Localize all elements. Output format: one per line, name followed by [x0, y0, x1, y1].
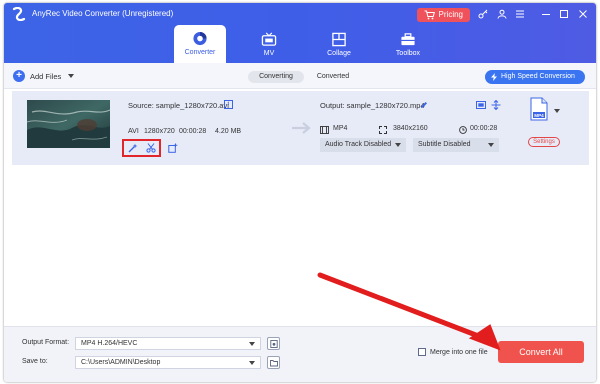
info-icon[interactable]: i: [224, 100, 233, 109]
compress-icon[interactable]: [491, 100, 501, 110]
settings-button[interactable]: Settings: [528, 137, 560, 147]
mp4-badge: MP4: [534, 113, 544, 118]
add-files-label: Add Files: [30, 71, 62, 81]
convert-arrow-icon: [292, 122, 311, 134]
chevron-down-icon[interactable]: [554, 109, 560, 113]
tab-mv[interactable]: MV: [243, 26, 295, 63]
converter-disc-icon: [193, 31, 207, 46]
tv-icon: [261, 32, 277, 46]
lightning-icon: [491, 73, 497, 81]
source-duration: 00:00:28: [179, 128, 207, 135]
app-logo-icon: [12, 7, 26, 21]
audio-track-value: Audio Track Disabled: [325, 141, 392, 148]
toolbar: + Add Files Converting Converted High Sp…: [4, 63, 596, 89]
merge-option[interactable]: Merge into one file: [418, 348, 488, 356]
format-settings-button[interactable]: [267, 337, 280, 350]
file-item: Source: sample_1280x720.avi i AVI 1280x7…: [12, 91, 589, 165]
app-window: AnyRec Video Converter (Unregistered) Pr…: [4, 3, 596, 382]
film-icon: [320, 126, 329, 134]
save-to-value: C:\Users\ADMIN\Desktop: [81, 359, 161, 366]
resize-icon: [379, 126, 387, 134]
edit-name-icon[interactable]: [420, 101, 428, 109]
tab-label: Toolbox: [395, 50, 421, 57]
pricing-label: Pricing: [438, 10, 463, 19]
title-bar: AnyRec Video Converter (Unregistered) Pr…: [4, 3, 596, 63]
app-title: AnyRec Video Converter (Unregistered): [32, 9, 174, 18]
high-speed-label: High Speed Conversion: [501, 73, 575, 80]
minimize-icon[interactable]: [541, 9, 551, 19]
key-icon[interactable]: [478, 9, 488, 19]
tab-converted-label: Converted: [316, 73, 350, 80]
chevron-down-icon: [395, 143, 401, 147]
convert-all-label: Convert All: [519, 347, 563, 357]
tab-label: Converter: [184, 49, 216, 56]
output-format: MP4: [333, 125, 348, 132]
source-resolution: 1280x720: [144, 128, 175, 135]
folder-icon: [270, 360, 278, 367]
add-files-button[interactable]: + Add Files: [13, 68, 75, 84]
document-settings-icon: [270, 340, 278, 348]
maximize-icon[interactable]: [559, 9, 569, 19]
high-speed-conversion-button[interactable]: High Speed Conversion: [485, 70, 585, 84]
chevron-down-icon: [488, 143, 494, 147]
save-to-select[interactable]: C:\Users\ADMIN\Desktop: [75, 356, 261, 369]
chevron-down-icon: [249, 361, 255, 365]
plus-icon: +: [13, 70, 25, 82]
source-format: AVI: [128, 128, 139, 135]
audio-track-select[interactable]: Audio Track Disabled: [320, 138, 406, 152]
output-filename: Output: sample_1280x720.mp4: [320, 101, 425, 110]
tab-label: MV: [263, 50, 275, 57]
chevron-down-icon: [249, 342, 255, 346]
merge-checkbox[interactable]: [418, 348, 426, 356]
tab-label: Collage: [327, 50, 351, 57]
output-format-select[interactable]: MP4 H.264/HEVC: [75, 337, 261, 350]
tab-converting-label: Converting: [259, 73, 293, 80]
subtitle-value: Subtitle Disabled: [418, 141, 471, 148]
tab-converting[interactable]: Converting: [248, 71, 304, 83]
output-format-label: Output Format:: [22, 339, 70, 346]
chevron-down-icon[interactable]: [68, 74, 75, 78]
open-folder-button[interactable]: [267, 356, 280, 369]
tab-collage[interactable]: Collage: [313, 26, 365, 63]
close-icon[interactable]: [578, 9, 588, 19]
scissors-icon[interactable]: [146, 143, 156, 153]
merge-label: Merge into one file: [430, 348, 488, 356]
source-filename: Source: sample_1280x720.avi: [128, 101, 229, 110]
menu-icon[interactable]: [515, 9, 525, 19]
pricing-button[interactable]: Pricing: [417, 8, 470, 22]
output-format-value: MP4 H.264/HEVC: [81, 340, 138, 347]
output-resolution: 3840x2160: [393, 125, 428, 132]
video-thumbnail[interactable]: [27, 100, 110, 148]
settings-label: Settings: [533, 139, 555, 145]
tab-toolbox[interactable]: Toolbox: [382, 26, 434, 63]
magic-wand-icon[interactable]: [128, 143, 138, 153]
convert-all-button[interactable]: Convert All: [498, 341, 584, 363]
cart-icon: [424, 10, 435, 20]
bottom-bar: Output Format: MP4 H.264/HEVC Save to: C…: [4, 326, 596, 382]
subtitle-select[interactable]: Subtitle Disabled: [413, 138, 499, 152]
output-duration: 00:00:28: [470, 125, 498, 132]
tab-converted[interactable]: Converted: [310, 71, 356, 83]
tab-converter[interactable]: Converter: [174, 25, 226, 63]
toolbox-icon: [401, 33, 415, 46]
mp4-format-icon[interactable]: MP4: [529, 97, 549, 121]
video-info-icon[interactable]: [476, 100, 486, 110]
collage-grid-icon: [332, 32, 346, 47]
save-to-label: Save to:: [22, 358, 48, 365]
clock-icon: [459, 126, 467, 134]
user-icon[interactable]: [497, 9, 507, 19]
source-size: 4.20 MB: [215, 128, 242, 135]
add-to-icon[interactable]: [168, 143, 178, 153]
